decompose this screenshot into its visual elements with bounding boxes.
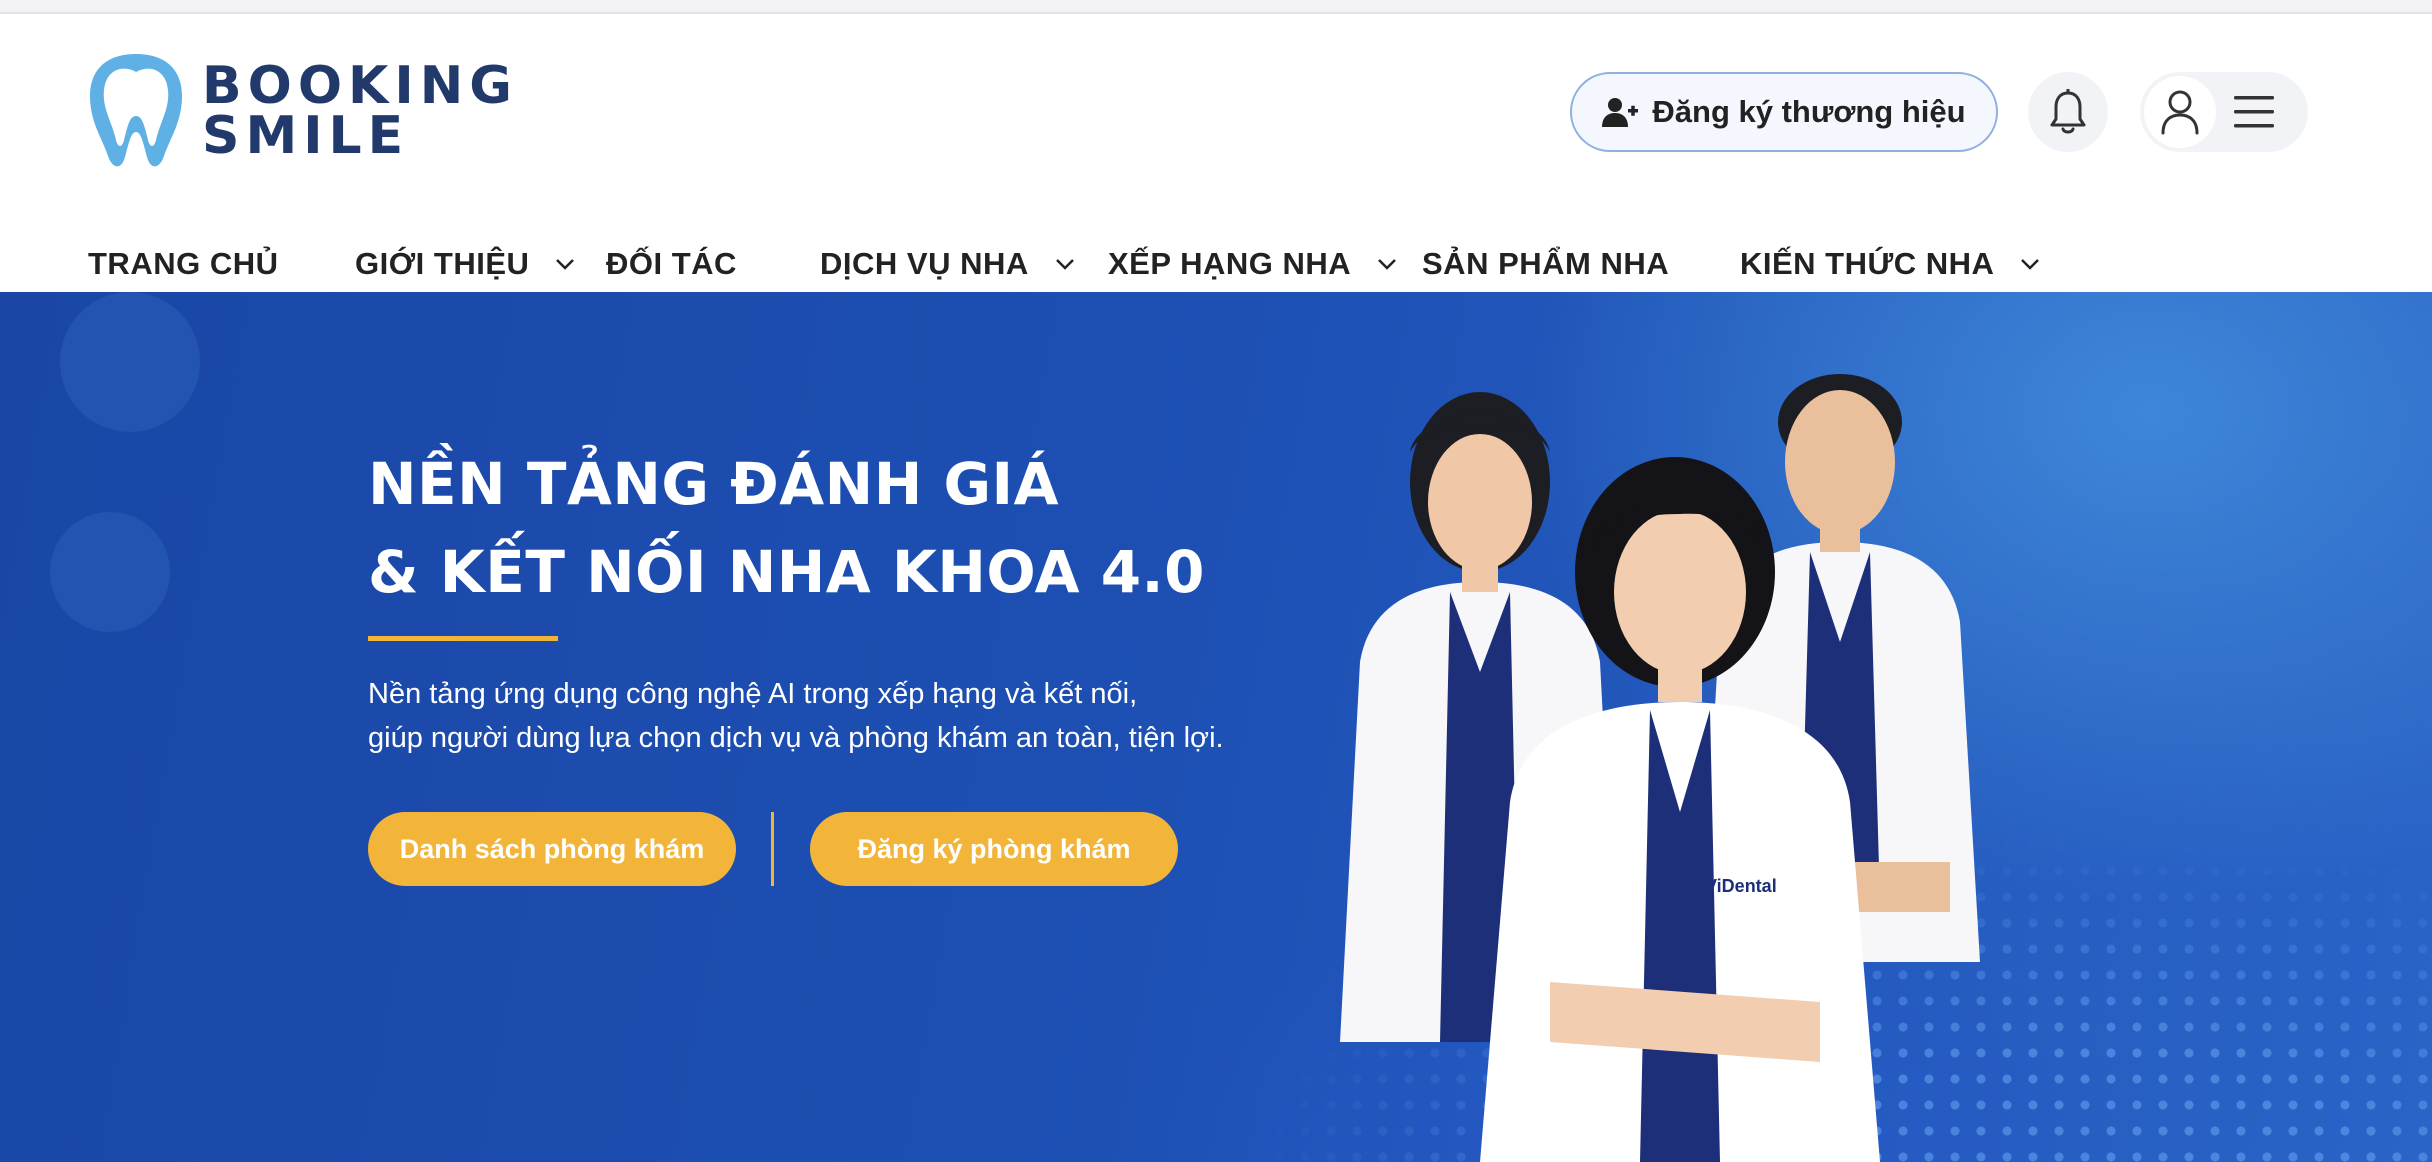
hero-banner: NỀN TẢNG ĐÁNH GIÁ & KẾT NỐI NHA KHOA 4.0… (0, 292, 2432, 1162)
nav-label: DỊCH VỤ NHA (820, 246, 1029, 281)
nav-item-about[interactable]: GIỚI THIỆU (355, 228, 575, 300)
register-brand-label: Đăng ký thương hiệu (1652, 94, 1966, 129)
bokeh-decoration (60, 292, 200, 432)
brand-name: BOOKING SMILE (202, 56, 518, 166)
title-underline (368, 636, 558, 641)
account-button[interactable] (2144, 76, 2216, 148)
nav-item-dental-services[interactable]: DỊCH VỤ NHA (820, 228, 1075, 300)
brand-logo[interactable]: BOOKING SMILE (86, 48, 518, 174)
site-header: BOOKING SMILE Đăng ký thương hiệu TRANG … (0, 14, 2432, 292)
hero-desc-line-1: Nền tảng ứng dụng công nghệ AI trong xếp… (368, 678, 1138, 710)
register-clinic-label: Đăng ký phòng khám (857, 833, 1131, 864)
notification-button[interactable] (2028, 72, 2108, 152)
uniform-logo: ViDental (1705, 876, 1777, 896)
chevron-down-icon (1055, 259, 1074, 270)
nav-label: GIỚI THIỆU (355, 246, 530, 281)
bokeh-decoration (50, 512, 170, 632)
hero-description: Nền tảng ứng dụng công nghệ AI trong xếp… (368, 672, 1224, 760)
hero-title-line-2: & KẾT NỐI NHA KHOA 4.0 (368, 538, 1205, 606)
brand-line-2: SMILE (202, 106, 410, 166)
main-nav: TRANG CHỦ GIỚI THIỆU ĐỐI TÁC DỊCH VỤ NHA… (0, 228, 2432, 300)
hamburger-menu-icon[interactable] (2232, 92, 2276, 132)
chevron-down-icon (2021, 259, 2040, 270)
nav-label: SẢN PHẨM NHA (1422, 246, 1670, 281)
nav-label: ĐỐI TÁC (606, 246, 737, 281)
nav-item-home[interactable]: TRANG CHỦ (88, 228, 279, 300)
brand-line-1: BOOKING (202, 56, 518, 116)
user-icon (2161, 90, 2199, 135)
nav-label: KIẾN THỨC NHA (1740, 246, 1995, 281)
hero-title-line-1: NỀN TẢNG ĐÁNH GIÁ (368, 450, 1060, 518)
chevron-down-icon (1378, 259, 1397, 270)
chevron-down-icon (556, 259, 575, 270)
register-brand-button[interactable]: Đăng ký thương hiệu (1570, 72, 1998, 152)
clinic-list-label: Danh sách phòng khám (399, 833, 705, 864)
nav-label: XẾP HẠNG NHA (1108, 246, 1352, 281)
nav-item-dental-ranking[interactable]: XẾP HẠNG NHA (1108, 228, 1397, 300)
browser-top-strip (0, 0, 2432, 14)
nav-item-dental-knowledge[interactable]: KIẾN THỨC NHA (1740, 228, 2040, 300)
tooth-icon (90, 54, 182, 167)
nav-item-dental-products[interactable]: SẢN PHẨM NHA (1422, 228, 1669, 300)
nav-label: TRANG CHỦ (88, 246, 279, 281)
hero-title: NỀN TẢNG ĐÁNH GIÁ & KẾT NỐI NHA KHOA 4.0 (368, 440, 1205, 616)
hero-desc-line-2: giúp người dùng lựa chọn dịch vụ và phòn… (368, 722, 1224, 754)
account-menu[interactable] (2140, 72, 2308, 152)
user-plus-icon (1602, 98, 1639, 127)
clinic-list-button[interactable]: Danh sách phòng khám (368, 812, 736, 886)
doctors-photo: ViDental (1340, 374, 1980, 1162)
bell-icon (2050, 89, 2086, 134)
button-separator (771, 812, 774, 886)
nav-item-partners[interactable]: ĐỐI TÁC (606, 228, 737, 300)
register-clinic-button[interactable]: Đăng ký phòng khám (810, 812, 1178, 886)
